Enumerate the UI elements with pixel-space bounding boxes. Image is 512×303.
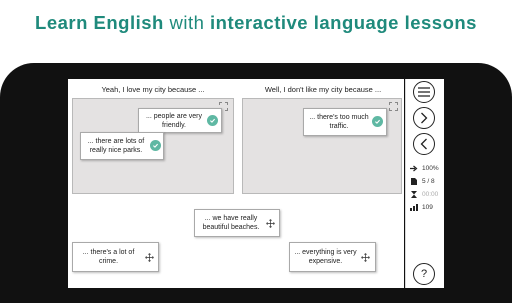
help-button[interactable]: ?	[413, 263, 435, 285]
headline-part1: Learn English	[35, 12, 164, 33]
card-text: friendly.	[162, 121, 186, 129]
timer-value: 00:00	[422, 191, 439, 198]
next-icon	[421, 112, 428, 124]
score-icon	[410, 204, 418, 211]
score-stat: 109	[410, 204, 433, 211]
card-text: really nice parks.	[89, 147, 143, 154]
move-icon[interactable]	[266, 219, 275, 228]
page-stat: 5 / 8	[410, 178, 435, 185]
score-value: 109	[422, 204, 433, 211]
timer-icon	[411, 191, 417, 198]
card-text: ... there are lots of	[87, 138, 145, 145]
zone-corner-marker	[389, 102, 398, 111]
card-text: traffic.	[329, 123, 349, 130]
move-icon[interactable]	[361, 253, 370, 262]
card-text: beautiful beaches.	[202, 224, 260, 231]
menu-button[interactable]	[413, 81, 435, 103]
next-button[interactable]	[413, 107, 435, 129]
zoom-stat: 100%	[410, 165, 439, 172]
check-icon	[372, 116, 383, 127]
check-icon	[207, 115, 218, 126]
card-text: ... people are very	[145, 112, 203, 120]
timer-stat: 00:00	[410, 191, 438, 198]
help-icon: ?	[420, 268, 428, 280]
page-icon	[411, 178, 417, 185]
card-text: ... we have really	[204, 215, 258, 222]
zoom-icon	[410, 165, 418, 172]
move-icon[interactable]	[145, 253, 154, 262]
card-text: ... there's too much	[309, 114, 369, 121]
card-text: ... there's a lot of	[82, 249, 135, 256]
headline: Learn English with interactive language …	[0, 12, 512, 34]
card-text: ... everything is very	[294, 249, 357, 256]
menu-icon	[418, 87, 430, 97]
back-icon	[420, 138, 427, 150]
page-value: 5 / 8	[422, 178, 435, 185]
zone-title-dislike: Well, I don't like my city because ...	[264, 85, 382, 94]
check-icon	[150, 140, 161, 151]
card-text: expensive.	[308, 258, 343, 265]
zoom-value: 100%	[422, 165, 439, 172]
card-text: crime.	[98, 258, 119, 265]
back-button[interactable]	[413, 133, 435, 155]
headline-part2: with	[169, 12, 205, 33]
headline-part3: interactive language lessons	[210, 12, 477, 33]
zone-title-love: Yeah, I love my city because ...	[101, 85, 205, 94]
